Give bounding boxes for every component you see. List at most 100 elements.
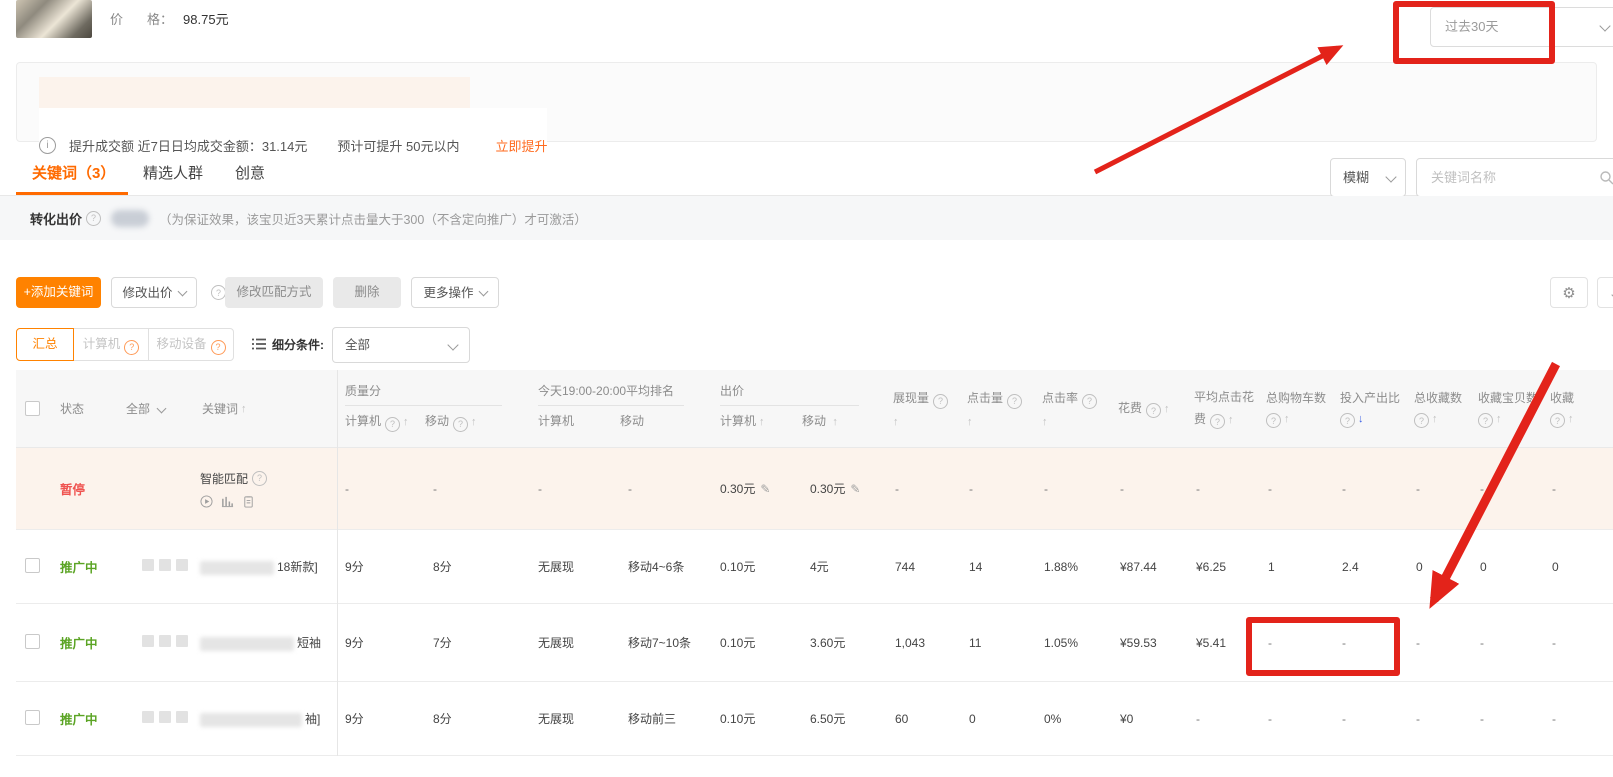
col-cost[interactable]: 花费?↑ — [1112, 370, 1188, 447]
filter-list-icon — [252, 338, 266, 350]
bid-pc-cell[interactable]: 0.10元 — [712, 710, 802, 727]
segment-summary[interactable]: 汇总 — [16, 328, 74, 361]
help-icon[interactable]: ? — [1550, 413, 1565, 428]
help-icon[interactable]: ? — [1082, 394, 1097, 409]
column-settings-button[interactable]: ⚙ — [1550, 277, 1588, 308]
help-icon[interactable]: ? — [1340, 413, 1355, 428]
col-cart-total[interactable]: 总购物车数 ?↑ — [1260, 370, 1334, 447]
col-bid-mobile[interactable]: 移动 ↑ — [802, 412, 838, 429]
help-icon[interactable]: ? — [211, 285, 226, 300]
bid-mobile-cell[interactable]: 0.30元 ✎ — [802, 480, 887, 497]
row-checkbox-cell — [16, 558, 56, 576]
quality-pc-value: 9分 — [337, 710, 425, 727]
bid-pc-cell[interactable]: 0.30元✎ — [712, 480, 802, 497]
roi-value: - — [1334, 712, 1408, 726]
impressions-label: 展现量 — [893, 391, 929, 405]
fav-value: - — [1408, 712, 1472, 726]
match-mode-select[interactable]: 模糊 — [1330, 158, 1406, 197]
segment-pc[interactable]: 计算机? — [73, 328, 149, 361]
help-icon[interactable]: ? — [1210, 414, 1225, 429]
clipboard-icon[interactable] — [242, 495, 255, 508]
bid-pc-cell[interactable]: 0.10元 — [712, 558, 802, 575]
tab-audience[interactable]: 精选人群 — [143, 162, 203, 183]
clicks-value: 14 — [961, 560, 1036, 574]
tab-creative[interactable]: 创意 — [235, 162, 265, 183]
table-row: 推广中 短袖 9分 7分 无展现 移动7~10条 0.10元 3.60元 1,0… — [16, 604, 1613, 682]
chevron-down-icon — [157, 404, 167, 414]
delete-button[interactable]: 删除 — [333, 277, 401, 308]
tab-keywords[interactable]: 关键词（3） — [32, 162, 115, 183]
col-quality-mobile[interactable]: 移动?↑ — [425, 412, 477, 432]
edit-icon[interactable]: ✎ — [850, 482, 860, 496]
search-icon[interactable] — [1599, 170, 1613, 185]
rank-pc-value: 无展现 — [530, 558, 620, 575]
cart-value: - — [1260, 482, 1334, 496]
bid-mobile-value: 4元 — [810, 560, 829, 574]
rank-mobile-value: 移动7~10条 — [620, 634, 712, 651]
col-rank-mobile: 移动 — [620, 412, 644, 429]
ctr-label: 点击率 — [1042, 391, 1078, 405]
rank-pc-value: - — [530, 482, 620, 496]
date-range-select[interactable]: 过去30天 — [1430, 7, 1613, 47]
help-icon[interactable]: ? — [1414, 413, 1429, 428]
add-keyword-button[interactable]: +添加关键词 — [16, 277, 101, 308]
boost-now-link[interactable]: 立即提升 — [495, 136, 547, 155]
pc-label: 计算机 — [345, 414, 381, 428]
col-roi[interactable]: 投入产出比 ?↓ — [1334, 370, 1408, 447]
modify-match-button[interactable]: 修改匹配方式 — [225, 277, 323, 308]
help-icon[interactable]: ? — [124, 340, 139, 355]
help-icon[interactable]: ? — [453, 417, 468, 432]
help-icon[interactable]: ? — [933, 394, 948, 409]
sort-asc-icon: ↑ — [1042, 416, 1048, 428]
col-fav-total[interactable]: 总收藏数 ?↑ — [1408, 370, 1472, 447]
row-checkbox[interactable] — [25, 558, 40, 573]
keyword-search-input[interactable] — [1429, 159, 1593, 196]
row-checkbox[interactable] — [25, 634, 40, 649]
sort-asc-icon: ↑ — [893, 416, 899, 428]
quality-mobile-value: 8分 — [425, 710, 530, 727]
segment-condition-select[interactable]: 全部 — [332, 327, 470, 363]
segment-mobile[interactable]: 移动设备? — [148, 328, 234, 361]
cost-value: ¥0 — [1112, 712, 1188, 726]
col-keyword[interactable]: 关键词↑ — [200, 370, 337, 447]
help-icon[interactable]: ? — [1266, 413, 1281, 428]
help-icon[interactable]: ? — [1007, 394, 1022, 409]
bar-chart-icon[interactable] — [221, 495, 234, 508]
help-icon[interactable]: ? — [1478, 413, 1493, 428]
bid-pc-value: 0.10元 — [720, 712, 755, 726]
conversion-bid-toggle[interactable] — [111, 210, 149, 227]
redacted-icons — [120, 559, 200, 574]
col-impressions[interactable]: 展现量? ↑ — [887, 370, 961, 447]
quality-mobile-value: 8分 — [425, 558, 530, 575]
status-filter-dropdown[interactable]: 全部 — [120, 370, 200, 447]
help-icon[interactable]: ? — [211, 340, 226, 355]
col-fav-cut[interactable]: 收藏 ?↑ — [1544, 370, 1613, 447]
fav-items-value: - — [1472, 712, 1544, 726]
play-circle-icon[interactable] — [200, 495, 213, 508]
col-fav-items[interactable]: 收藏宝贝数 ?↑ — [1472, 370, 1544, 447]
edit-icon[interactable]: ✎ — [760, 482, 770, 496]
col-avg-cost[interactable]: 平均点击花 费?↑ — [1188, 370, 1260, 447]
extra-value: - — [1544, 712, 1613, 726]
bid-mobile-value: 0.30元 — [810, 482, 845, 496]
col-clicks[interactable]: 点击量? ↑ — [961, 370, 1036, 447]
bid-mobile-cell[interactable]: 6.50元 — [802, 710, 887, 727]
col-quality-pc[interactable]: 计算机?↑ — [345, 412, 425, 432]
modify-bid-button[interactable]: 修改出价 — [111, 277, 197, 308]
keyword-header-label: 关键词 — [202, 400, 238, 417]
bid-mobile-cell[interactable]: 4元 — [802, 558, 887, 575]
bid-mobile-cell[interactable]: 3.60元 — [802, 634, 887, 651]
help-icon[interactable]: ? — [385, 417, 400, 432]
col-ctr[interactable]: 点击率? ↑ — [1036, 370, 1112, 447]
help-icon[interactable]: ? — [1146, 403, 1161, 418]
collapse-button[interactable] — [1597, 277, 1613, 308]
avg-cost-value: ¥5.41 — [1188, 636, 1260, 650]
help-icon[interactable]: ? — [252, 471, 267, 486]
row-checkbox[interactable] — [25, 710, 40, 725]
group-underline — [538, 405, 684, 406]
col-bid-pc[interactable]: 计算机↑ — [720, 412, 802, 429]
help-icon[interactable]: ? — [86, 211, 101, 226]
more-actions-button[interactable]: 更多操作 — [411, 277, 499, 308]
select-all-checkbox[interactable] — [25, 401, 40, 416]
bid-pc-cell[interactable]: 0.10元 — [712, 634, 802, 651]
